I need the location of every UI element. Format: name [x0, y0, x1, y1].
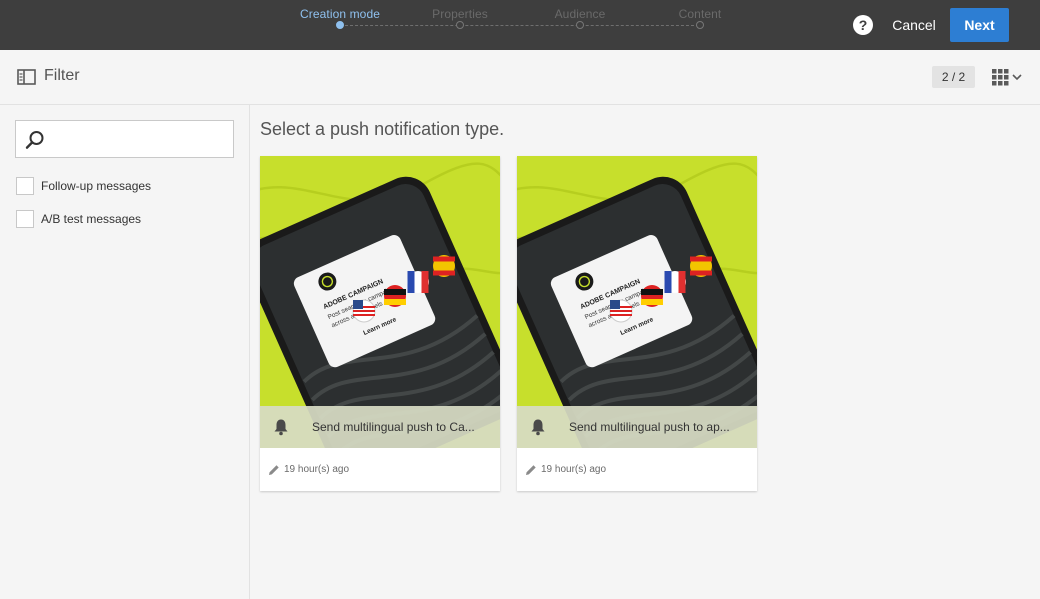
wizard-steps: Creation mode Properties Audience Conten… [299, 0, 721, 50]
card-footer: 19 hour(s) ago [517, 448, 757, 491]
filter-sidebar: Follow-up messages A/B test messages [0, 105, 250, 599]
flag-de-icon [641, 285, 663, 307]
step-label: Properties [432, 7, 488, 21]
step-audience[interactable]: Audience [525, 0, 635, 29]
page-title: Select a push notification type. [260, 119, 505, 139]
steps-connector [340, 25, 699, 26]
template-gallery: Select a push notification type. ADOBE C… [250, 105, 1040, 599]
step-dot [696, 21, 704, 29]
flag-us-icon [609, 299, 633, 323]
step-creation-mode[interactable]: Creation mode [285, 0, 395, 29]
wizard-header: Creation mode Properties Audience Conten… [0, 0, 1040, 50]
template-card[interactable]: ADOBE CAMPAIGN Post seamless campaigns a… [517, 156, 757, 491]
view-mode-toggle[interactable] [992, 69, 1024, 91]
card-thumbnail: ADOBE CAMPAIGN Post seamless campaigns a… [260, 156, 500, 448]
card-timestamp: 19 hour(s) ago [284, 464, 350, 475]
step-dot [456, 21, 464, 29]
bell-icon [530, 418, 546, 441]
checkbox-label: Follow-up messages [41, 179, 152, 193]
step-label: Audience [554, 7, 606, 21]
template-card[interactable]: ADOBE CAMPAIGN Post seamless campaigns a… [260, 156, 500, 491]
step-dot [576, 21, 584, 29]
card-title[interactable]: Send multilingual push to Ca... [312, 420, 492, 434]
flag-us-icon [352, 299, 376, 323]
card-caption: Send multilingual push to ap... [517, 406, 757, 448]
card-caption: Send multilingual push to Ca... [260, 406, 500, 448]
flag-de-icon [384, 285, 406, 307]
flag-fr-icon [664, 271, 686, 293]
chevron-down-icon [1012, 74, 1022, 81]
bell-icon [273, 418, 289, 441]
filter-panel-icon[interactable] [17, 69, 36, 90]
help-icon[interactable]: ? [853, 15, 873, 35]
card-footer: 19 hour(s) ago [260, 448, 500, 491]
card-timestamp: 19 hour(s) ago [541, 464, 607, 475]
card-title[interactable]: Send multilingual push to ap... [569, 420, 749, 434]
filter-toggle[interactable]: Filter [44, 67, 80, 85]
step-dot [336, 21, 344, 29]
step-content[interactable]: Content [645, 0, 755, 29]
next-button[interactable]: Next [950, 8, 1009, 42]
checkbox-label: A/B test messages [41, 212, 142, 226]
flag-es-icon [690, 255, 712, 277]
toolbar: Filter 2 / 2 [0, 50, 1040, 105]
cancel-button[interactable]: Cancel [884, 8, 944, 42]
card-thumbnail: ADOBE CAMPAIGN Post seamless campaigns a… [517, 156, 757, 448]
follow-up-checkbox[interactable] [16, 177, 34, 195]
search-input[interactable] [52, 129, 226, 149]
flag-es-icon [433, 255, 455, 277]
step-label: Content [678, 7, 722, 21]
search-box[interactable] [15, 120, 234, 158]
step-properties[interactable]: Properties [405, 0, 515, 29]
page-count-badge: 2 / 2 [932, 66, 975, 88]
pencil-icon [525, 463, 537, 481]
search-icon [25, 130, 45, 155]
pencil-icon [268, 463, 280, 481]
step-label: Creation mode [299, 7, 380, 21]
ab-test-checkbox[interactable] [16, 210, 34, 228]
flag-fr-icon [407, 271, 429, 293]
